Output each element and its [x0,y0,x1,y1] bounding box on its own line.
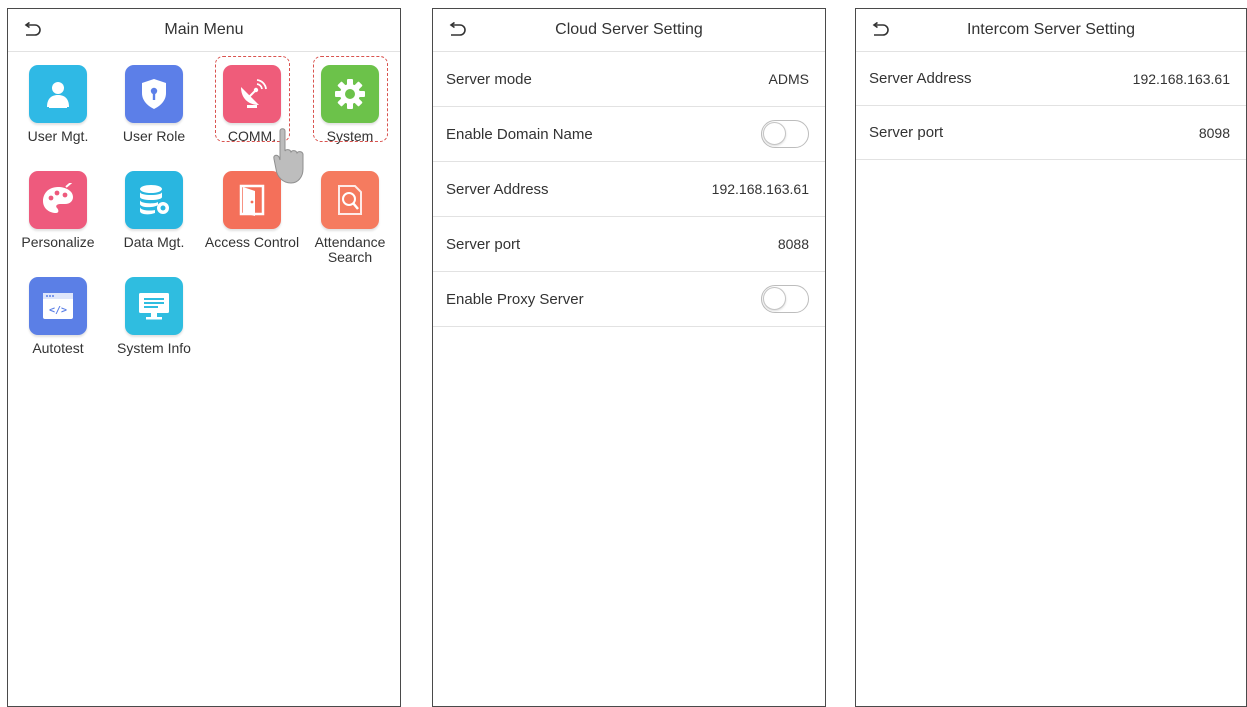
row-value: ADMS [768,71,809,87]
row-label: Server mode [446,70,532,88]
intercom-server-header: Intercom Server Setting [856,9,1246,52]
server-address-row[interactable]: Server Address 192.168.163.61 [856,52,1246,106]
menu-item-label: System [326,128,374,144]
menu-item-label: Data Mgt. [123,234,185,250]
satellite-dish-icon [223,65,281,123]
back-button[interactable] [445,19,469,41]
page-title: Main Menu [164,21,244,38]
menu-item-user-role[interactable]: User Role [106,59,202,159]
gear-icon [321,65,379,123]
menu-item-label: Attendance Search [314,234,386,265]
menu-item-comm[interactable]: COMM. [204,59,300,159]
back-button[interactable] [20,19,44,41]
palette-icon [29,171,87,229]
svg-text:</>: </> [49,305,67,316]
row-label: Server port [869,124,944,141]
database-gear-icon [125,171,183,229]
row-value: 8088 [777,236,809,252]
enable-proxy-server-row: Enable Proxy Server [433,272,825,327]
cloud-server-screen: Cloud Server Setting Server mode ADMS En… [432,8,826,707]
menu-grid: User Mgt. User Role COMM. System Persona… [8,53,400,383]
server-address-row[interactable]: Server Address 192.168.163.61 [433,162,825,217]
menu-item-label: COMM. [227,128,277,144]
main-menu-screen: Main Menu User Mgt. User Role COMM. Syst… [7,8,401,707]
back-arrow-icon [872,22,889,36]
shield-icon [125,65,183,123]
page-title: Intercom Server Setting [966,21,1136,38]
row-value: 192.168.163.61 [711,181,809,197]
monitor-icon [125,277,183,335]
row-label: Server Address [446,180,549,198]
menu-item-label: System Info [117,340,191,356]
toggle-knob [763,287,786,310]
back-arrow-icon [449,22,466,36]
server-port-row[interactable]: Server port 8088 [433,217,825,272]
enable-proxy-server-toggle[interactable] [761,285,809,313]
menu-item-label: Access Control [204,234,300,250]
server-port-row[interactable]: Server port 8098 [856,106,1246,160]
door-icon [223,171,281,229]
search-document-icon [321,171,379,229]
row-label: Server port [446,235,521,253]
row-label: Server Address [869,70,972,87]
row-label: Enable Domain Name [446,125,593,143]
menu-item-label: Personalize [21,234,95,250]
menu-item-system-info[interactable]: System Info [106,271,202,371]
toggle-knob [763,122,786,145]
server-mode-row[interactable]: Server mode ADMS [433,52,825,107]
menu-item-label: User Role [122,128,186,144]
row-value: 8098 [1198,124,1230,141]
code-window-icon: </> [29,277,87,335]
enable-domain-name-row: Enable Domain Name [433,107,825,162]
menu-item-autotest[interactable]: </> Autotest [10,271,106,371]
menu-item-label: Autotest [32,340,84,356]
intercom-server-screen: Intercom Server Setting Server Address 1… [855,8,1247,707]
menu-item-personalize[interactable]: Personalize [10,165,106,265]
menu-item-attendance-search[interactable]: Attendance Search [302,165,398,265]
back-arrow-icon [24,22,41,36]
back-button[interactable] [868,19,892,41]
main-menu-header: Main Menu [8,9,400,52]
row-label: Enable Proxy Server [446,290,584,308]
page-title: Cloud Server Setting [555,21,703,38]
user-icon [29,65,87,123]
menu-item-system[interactable]: System [302,59,398,159]
row-value: 192.168.163.61 [1132,70,1230,87]
cloud-server-header: Cloud Server Setting [433,9,825,52]
menu-item-user-mgt[interactable]: User Mgt. [10,59,106,159]
menu-item-access-control[interactable]: Access Control [204,165,300,265]
enable-domain-name-toggle[interactable] [761,120,809,148]
menu-item-data-mgt[interactable]: Data Mgt. [106,165,202,265]
menu-item-label: User Mgt. [27,128,89,144]
